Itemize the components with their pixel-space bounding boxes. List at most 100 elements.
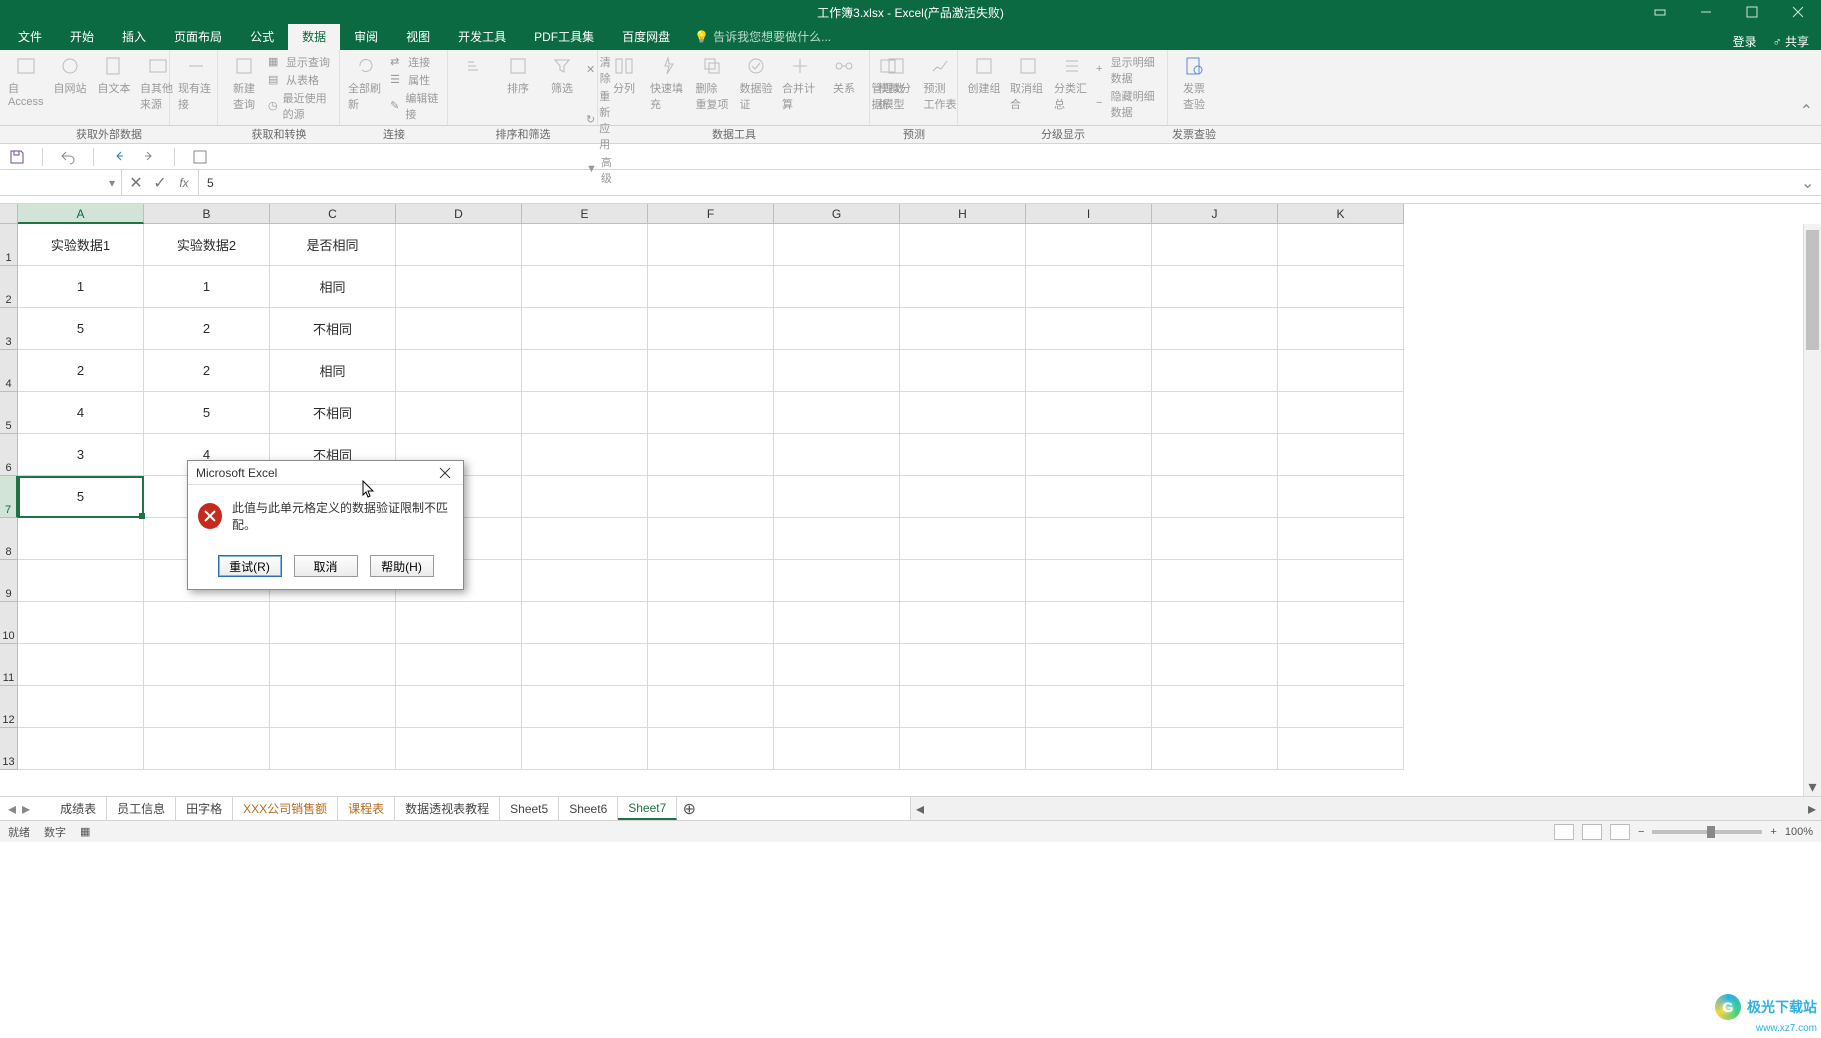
- tab-baidu[interactable]: 百度网盘: [608, 23, 684, 50]
- cell-B3[interactable]: 2: [144, 308, 270, 350]
- cell-F3[interactable]: [648, 308, 774, 350]
- cell-J11[interactable]: [1152, 644, 1278, 686]
- cell-K7[interactable]: [1278, 476, 1404, 518]
- cell-F5[interactable]: [648, 392, 774, 434]
- cell-J7[interactable]: [1152, 476, 1278, 518]
- sort-button[interactable]: 排序: [498, 52, 538, 98]
- row-header-8[interactable]: 8: [0, 518, 18, 560]
- cell-F12[interactable]: [648, 686, 774, 728]
- cell-A3[interactable]: 5: [18, 308, 144, 350]
- retry-button[interactable]: 重试(R): [218, 555, 282, 577]
- cell-G5[interactable]: [774, 392, 900, 434]
- cell-I12[interactable]: [1026, 686, 1152, 728]
- invoice-check-button[interactable]: 发票 查验: [1174, 52, 1214, 114]
- zoom-out-icon[interactable]: −: [1638, 826, 1644, 838]
- cell-H13[interactable]: [900, 728, 1026, 770]
- cell-A5[interactable]: 4: [18, 392, 144, 434]
- add-sheet-button[interactable]: ⊕: [677, 799, 701, 819]
- tab-formula[interactable]: 公式: [236, 23, 288, 50]
- cell-G10[interactable]: [774, 602, 900, 644]
- minimize-icon[interactable]: [1683, 0, 1729, 24]
- cell-G11[interactable]: [774, 644, 900, 686]
- cell-C10[interactable]: [270, 602, 396, 644]
- cell-G1[interactable]: [774, 224, 900, 266]
- vertical-scrollbar[interactable]: ▴ ▾: [1803, 224, 1821, 796]
- cell-K6[interactable]: [1278, 434, 1404, 476]
- tell-me-search[interactable]: 💡 告诉我您想要做什么...: [684, 23, 841, 50]
- cell-J9[interactable]: [1152, 560, 1278, 602]
- from-access-button[interactable]: 自 Access: [6, 52, 46, 110]
- cell-B1[interactable]: 实验数据2: [144, 224, 270, 266]
- name-box[interactable]: ▾: [0, 170, 122, 195]
- show-detail-button[interactable]: +显示明细数据: [1096, 54, 1161, 86]
- cell-E5[interactable]: [522, 392, 648, 434]
- select-all-corner[interactable]: [0, 204, 18, 224]
- subtotal-button[interactable]: 分类汇总: [1052, 52, 1092, 114]
- cell-K1[interactable]: [1278, 224, 1404, 266]
- cell-B13[interactable]: [144, 728, 270, 770]
- cell-H9[interactable]: [900, 560, 1026, 602]
- sort-asc-button[interactable]: [454, 52, 494, 80]
- cell-E4[interactable]: [522, 350, 648, 392]
- col-header-H[interactable]: H: [900, 204, 1026, 224]
- cell-H8[interactable]: [900, 518, 1026, 560]
- cell-K13[interactable]: [1278, 728, 1404, 770]
- cell-J2[interactable]: [1152, 266, 1278, 308]
- scroll-thumb[interactable]: [1806, 230, 1819, 350]
- col-header-C[interactable]: C: [270, 204, 396, 224]
- cell-C1[interactable]: 是否相同: [270, 224, 396, 266]
- cell-A1[interactable]: 实验数据1: [18, 224, 144, 266]
- cell-H10[interactable]: [900, 602, 1026, 644]
- tab-home[interactable]: 开始: [56, 23, 108, 50]
- col-header-K[interactable]: K: [1278, 204, 1404, 224]
- cancel-button[interactable]: 取消: [294, 555, 358, 577]
- undo-icon[interactable]: [59, 148, 77, 166]
- cell-H5[interactable]: [900, 392, 1026, 434]
- cell-B12[interactable]: [144, 686, 270, 728]
- cell-E7[interactable]: [522, 476, 648, 518]
- enter-formula-icon[interactable]: ✓: [152, 175, 168, 191]
- cell-H1[interactable]: [900, 224, 1026, 266]
- cell-F10[interactable]: [648, 602, 774, 644]
- cell-G3[interactable]: [774, 308, 900, 350]
- cancel-formula-icon[interactable]: ✕: [128, 175, 144, 191]
- cell-I7[interactable]: [1026, 476, 1152, 518]
- help-button[interactable]: 帮助(H): [370, 555, 434, 577]
- hscroll-right-icon[interactable]: ▸: [1803, 797, 1821, 820]
- cell-E11[interactable]: [522, 644, 648, 686]
- cell-K9[interactable]: [1278, 560, 1404, 602]
- cell-E2[interactable]: [522, 266, 648, 308]
- close-icon[interactable]: [1775, 0, 1821, 24]
- touch-mode-icon[interactable]: [191, 148, 209, 166]
- cell-G7[interactable]: [774, 476, 900, 518]
- cell-C13[interactable]: [270, 728, 396, 770]
- relationships-button[interactable]: 关系: [824, 52, 864, 98]
- cell-B2[interactable]: 1: [144, 266, 270, 308]
- tab-review[interactable]: 审阅: [340, 23, 392, 50]
- cell-J4[interactable]: [1152, 350, 1278, 392]
- redo-icon[interactable]: [140, 148, 158, 166]
- row-header-9[interactable]: 9: [0, 560, 18, 602]
- row-header-3[interactable]: 3: [0, 308, 18, 350]
- horizontal-scrollbar[interactable]: ◂ ▸: [910, 797, 1821, 820]
- sheet-tab-田字格[interactable]: 田字格: [176, 797, 233, 820]
- existing-conn-button[interactable]: 现有连接: [176, 52, 216, 114]
- edit-links-button[interactable]: ✎编辑链接: [390, 90, 441, 122]
- cell-I2[interactable]: [1026, 266, 1152, 308]
- cell-I8[interactable]: [1026, 518, 1152, 560]
- cell-B4[interactable]: 2: [144, 350, 270, 392]
- cell-F4[interactable]: [648, 350, 774, 392]
- hscroll-left-icon[interactable]: ◂: [911, 797, 929, 820]
- cell-G9[interactable]: [774, 560, 900, 602]
- text-to-columns-button[interactable]: 分列: [604, 52, 644, 98]
- group-button[interactable]: 创建组: [964, 52, 1004, 98]
- cell-K12[interactable]: [1278, 686, 1404, 728]
- from-table-button[interactable]: ▤从表格: [268, 72, 333, 88]
- hide-detail-button[interactable]: −隐藏明细数据: [1096, 88, 1161, 120]
- cell-E1[interactable]: [522, 224, 648, 266]
- cell-F1[interactable]: [648, 224, 774, 266]
- new-query-button[interactable]: 新建 查询: [224, 52, 264, 114]
- tab-dev[interactable]: 开发工具: [444, 23, 520, 50]
- row-header-1[interactable]: 1: [0, 224, 18, 266]
- forecast-sheet-button[interactable]: 预测 工作表: [920, 52, 960, 114]
